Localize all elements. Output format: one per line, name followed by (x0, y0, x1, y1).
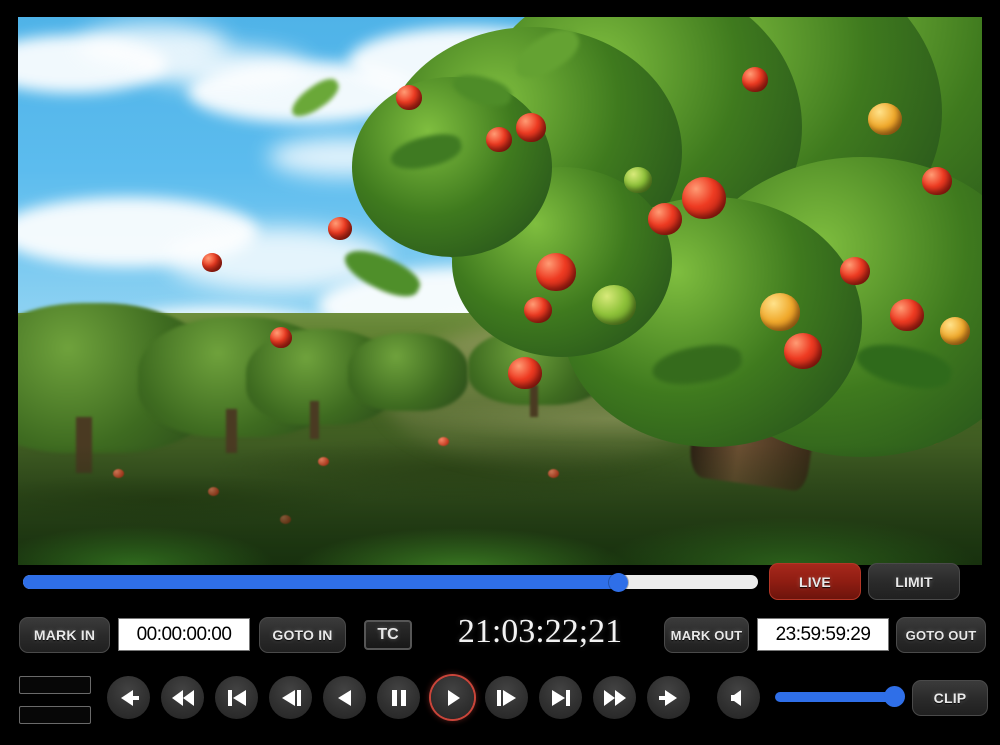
mark-out-field[interactable]: 23:59:59:29 (757, 618, 889, 651)
apple (592, 285, 636, 325)
marker-slot-bottom[interactable] (19, 706, 91, 724)
apple (328, 217, 352, 240)
timeline-scrubber-track[interactable] (23, 575, 758, 589)
play-reverse-button[interactable] (323, 676, 366, 719)
timeline-scrubber-fill (23, 575, 619, 589)
skip-forward-icon (657, 689, 681, 707)
volume-button[interactable] (717, 676, 760, 719)
jump-to-end-button[interactable] (647, 676, 690, 719)
next-track-icon (550, 689, 572, 707)
next-clip-button[interactable] (539, 676, 582, 719)
tree-canopy (352, 77, 552, 257)
background-tree-trunk (530, 385, 538, 417)
apple (516, 113, 546, 142)
pause-button[interactable] (377, 676, 420, 719)
play-button[interactable] (431, 676, 474, 719)
clip-button[interactable]: CLIP (912, 680, 988, 716)
apple (508, 357, 542, 389)
volume-slider-track[interactable] (775, 692, 901, 702)
apple (270, 327, 292, 348)
apple (682, 177, 726, 219)
play-reverse-icon (336, 689, 354, 707)
fast-forward-button[interactable] (593, 676, 636, 719)
play-icon (444, 689, 462, 707)
apple (922, 167, 952, 195)
apple (742, 67, 768, 92)
apple (648, 203, 682, 235)
apple (760, 293, 800, 331)
rewind-button[interactable] (161, 676, 204, 719)
marker-slot-top[interactable] (19, 676, 91, 694)
apple (940, 317, 970, 345)
pause-icon (391, 689, 407, 707)
foreground-grass (18, 445, 982, 565)
background-tree-trunk (310, 401, 319, 439)
step-backward-icon (280, 689, 302, 707)
timeline-scrubber-thumb[interactable] (609, 573, 629, 592)
cloud (138, 47, 308, 87)
apple (536, 253, 576, 291)
jump-to-start-button[interactable] (107, 676, 150, 719)
video-preview[interactable] (18, 17, 982, 565)
goto-in-button[interactable]: GOTO IN (259, 617, 346, 653)
apple (396, 85, 422, 110)
speaker-icon (729, 688, 749, 708)
apple (202, 253, 222, 272)
mark-in-field[interactable]: 00:00:00:00 (118, 618, 250, 651)
mark-in-button[interactable]: MARK IN (19, 617, 110, 653)
apple (868, 103, 902, 135)
previous-track-icon (226, 689, 248, 707)
step-forward-button[interactable] (485, 676, 528, 719)
apple (840, 257, 870, 285)
video-player-window: LIVE LIMIT MARK IN 00:00:00:00 GOTO IN T… (0, 0, 1000, 745)
skip-back-icon (117, 689, 141, 707)
volume-slider-thumb[interactable] (884, 686, 905, 707)
apple (524, 297, 552, 323)
limit-button[interactable]: LIMIT (868, 563, 960, 600)
rewind-icon (171, 689, 195, 707)
background-tree (348, 333, 468, 411)
apple (486, 127, 512, 152)
current-timecode-display: 21:03:22;21 (457, 613, 623, 650)
apple (890, 299, 924, 331)
live-button[interactable]: LIVE (769, 563, 861, 600)
apple (784, 333, 822, 369)
step-forward-icon (496, 689, 518, 707)
tc-button[interactable]: TC (364, 620, 412, 650)
mark-out-button[interactable]: MARK OUT (664, 617, 749, 653)
goto-out-button[interactable]: GOTO OUT (896, 617, 986, 653)
step-back-button[interactable] (269, 676, 312, 719)
fast-forward-icon (603, 689, 627, 707)
previous-clip-button[interactable] (215, 676, 258, 719)
apple (624, 167, 652, 193)
